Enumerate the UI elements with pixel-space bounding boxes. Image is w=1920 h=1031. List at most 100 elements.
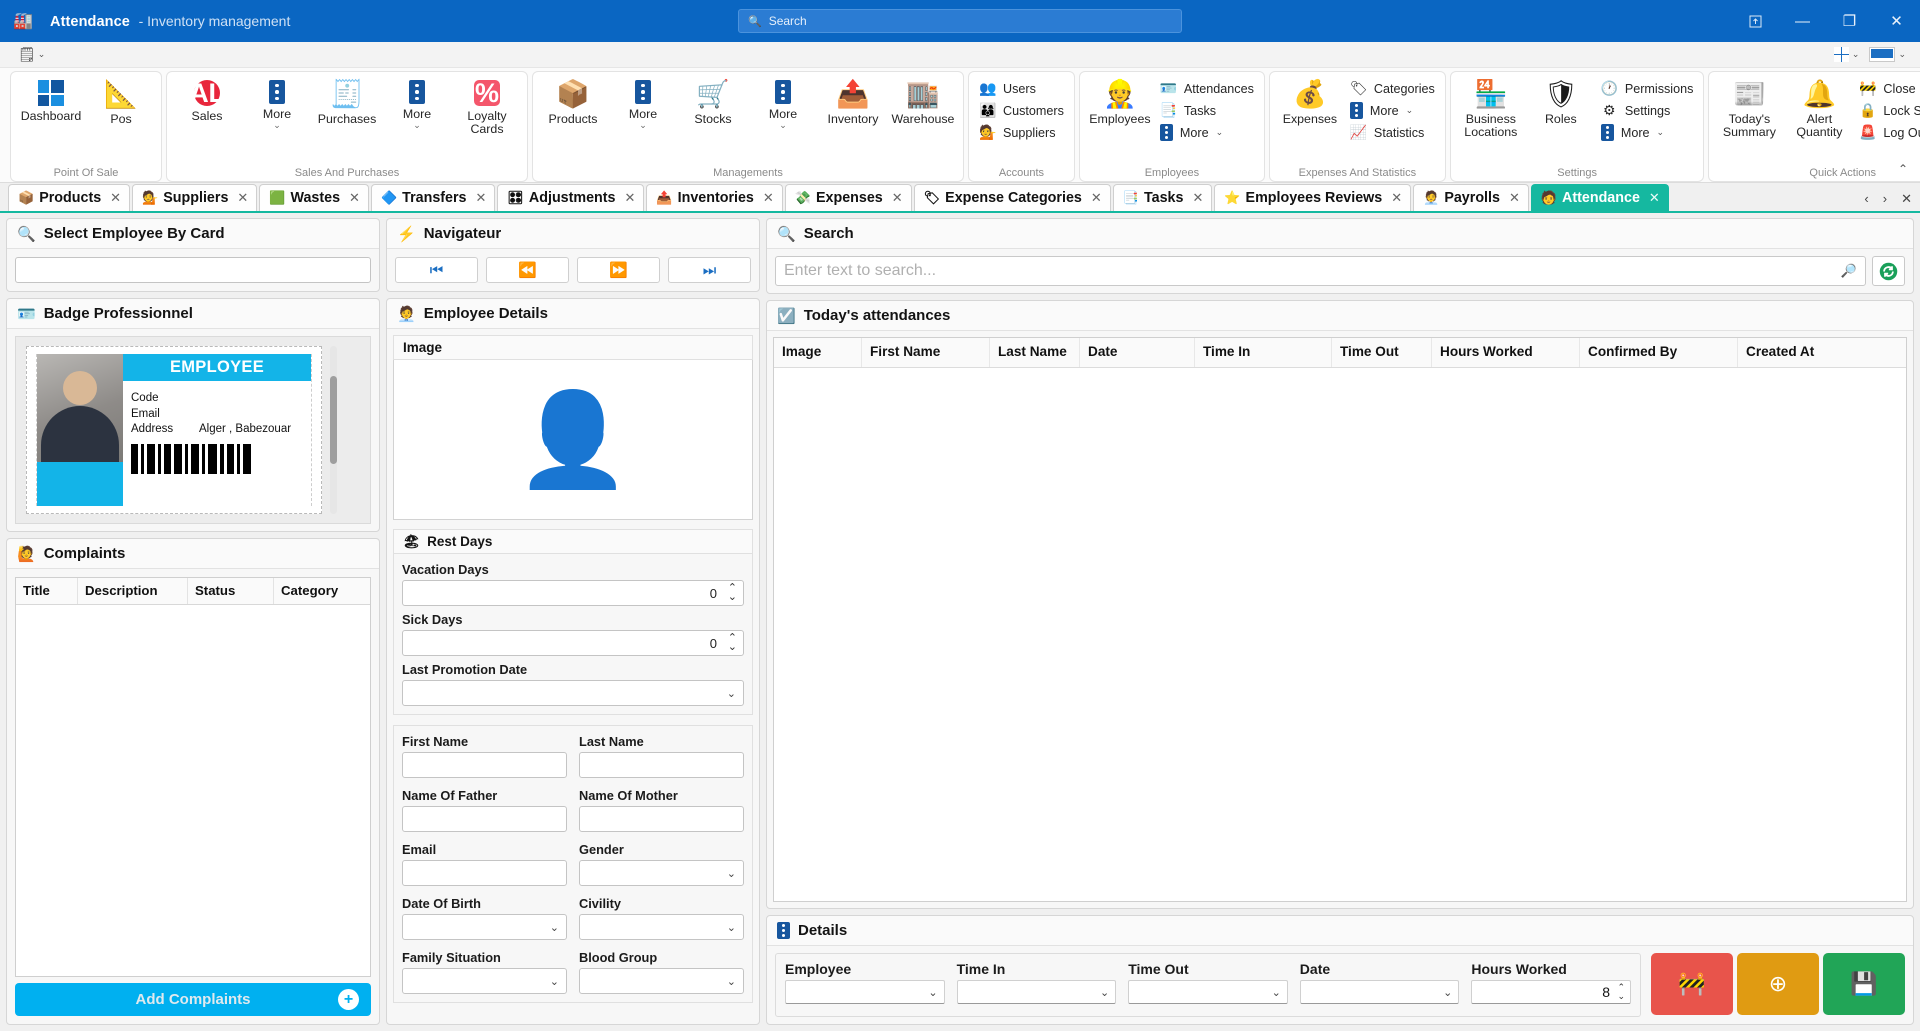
tab-close-all-button[interactable]: ✕ [1901,191,1912,207]
family-situation-select[interactable]: ⌄ [402,968,567,994]
ribbon-button-sales[interactable]: SALE Sales [172,76,243,123]
column-category[interactable]: Category [274,578,370,604]
column-image[interactable]: Image [774,338,862,367]
name-of-father-input[interactable] [402,806,567,832]
ribbon-button-stocks-more[interactable]: More ⌄ [749,76,817,130]
vacation-days-input[interactable] [402,580,744,606]
sick-days-input[interactable] [402,630,744,656]
ribbon-button-employees-more[interactable]: More ⌄ [1159,124,1254,141]
ribbon-button-sales-more[interactable]: More ⌄ [243,76,311,130]
ribbon-button-business-locations[interactable]: 🏪 Business Locations [1457,76,1525,139]
list-menu-icon[interactable]: 🗒 [18,46,36,63]
employee-image[interactable]: 👤 [393,360,753,520]
badge-scrollbar[interactable] [330,346,337,514]
quick-access-menu[interactable]: 🗒 ⌄ [18,46,45,63]
ribbon-button-tasks[interactable]: 📑 Tasks [1160,102,1254,119]
collapse-ribbon-button[interactable]: ⌃ [1898,162,1908,176]
close-icon[interactable]: ✕ [237,190,248,206]
blood-group-select[interactable]: ⌄ [579,968,744,994]
close-icon[interactable]: ✕ [625,190,636,206]
global-search-input[interactable]: 🔍 Search [738,9,1182,33]
civility-select[interactable]: ⌄ [579,914,744,940]
close-icon[interactable]: ✕ [1091,190,1102,206]
sick-days-stepper[interactable]: ⌃⌄ [402,630,744,656]
theme-switcher[interactable]: ⌄ [1869,47,1906,62]
date-select[interactable]: ⌄ [1299,980,1460,1004]
tab-prev-button[interactable]: ‹ [1864,191,1868,207]
ribbon-button-warehouse[interactable]: 🏬 Warehouse [889,76,957,126]
gender-select[interactable]: ⌄ [579,860,744,886]
last-name-input[interactable] [579,752,744,778]
email-input[interactable] [402,860,567,886]
column-date[interactable]: Date [1080,338,1195,367]
plus-icon[interactable]: + [338,989,359,1010]
last-promotion-date-select[interactable]: ⌄ [402,680,744,706]
ribbon-button-inventory[interactable]: 📤 Inventory [819,76,887,126]
ribbon-button-expenses-more[interactable]: More ⌄ [1349,102,1435,119]
ribbon-button-purchases-more[interactable]: More ⌄ [383,76,451,130]
column-created-at[interactable]: Created At [1738,338,1906,367]
tab-next-button[interactable]: › [1883,191,1887,207]
minimize-button[interactable]: — [1779,0,1826,42]
date-of-birth-select[interactable]: ⌄ [402,914,567,940]
employee-card-input[interactable] [15,257,371,283]
ribbon-button-categories[interactable]: 🏷 Categories [1350,80,1435,97]
column-status[interactable]: Status [188,578,274,604]
close-icon[interactable]: ✕ [1391,190,1402,206]
chevron-down-icon[interactable]: ⌄ [1852,49,1860,60]
ribbon-button-close-register[interactable]: 🚧 Close Register [1859,80,1920,97]
time-out-select[interactable]: ⌄ [1128,980,1288,1004]
ribbon-button-products[interactable]: 📦 Products [539,76,607,126]
hours-worked-stepper[interactable]: 8 ⌃ ⌄ [1471,980,1631,1004]
column-title[interactable]: Title [16,578,78,604]
tab-tasks[interactable]: 📑 Tasks ✕ [1112,184,1213,211]
ribbon-button-alert-quantity[interactable]: 🔔 Alert Quantity [1785,76,1853,139]
tab-products[interactable]: 📦 Products ✕ [8,184,131,211]
ribbon-button-employees[interactable]: 👷 Employees [1086,76,1154,126]
ribbon-button-purchases[interactable]: 🧾 Purchases [313,76,381,126]
column-time-in[interactable]: Time In [1195,338,1332,367]
tab-transfers[interactable]: 🔷 Transfers ✕ [370,184,496,211]
employee-select[interactable]: ⌄ [785,980,945,1004]
ribbon-button-users[interactable]: 👥 Users [979,80,1064,97]
chevron-down-icon[interactable]: ⌄ [38,49,46,60]
add-complaints-button[interactable]: Add Complaints + [15,983,371,1016]
ribbon-button-loyalty-cards[interactable]: % Loyalty Cards [453,76,521,136]
close-icon[interactable]: ✕ [1509,190,1520,206]
layout-grid-switcher[interactable]: ⌄ [1833,47,1860,62]
ribbon-button-customers[interactable]: 👨‍👩‍👦 Customers [979,102,1064,119]
nav-last-button[interactable]: ⏭ [668,257,751,283]
time-in-select[interactable]: ⌄ [956,980,1117,1004]
close-icon[interactable]: ✕ [1192,190,1203,206]
vacation-days-stepper[interactable]: ⌃⌄ [402,580,744,606]
close-icon[interactable]: ✕ [349,190,360,206]
tab-adjustments[interactable]: 🎛 Adjustments ✕ [497,184,645,211]
tab-employees-reviews[interactable]: ⭐ Employees Reviews ✕ [1214,184,1412,211]
ribbon-button-todays-summary[interactable]: 📰 Today's Summary [1715,76,1783,139]
name-of-mother-input[interactable] [579,806,744,832]
close-icon[interactable]: ✕ [476,190,487,206]
close-icon[interactable]: ✕ [1649,190,1660,206]
tab-suppliers[interactable]: 💁 Suppliers ✕ [132,184,258,211]
ribbon-button-expenses[interactable]: 💰 Expenses [1276,76,1344,126]
restore-down-button[interactable] [1732,0,1779,42]
column-description[interactable]: Description [78,578,188,604]
tab-inventories[interactable]: 📤 Inventories ✕ [646,184,783,211]
nav-next-button[interactable]: ⏩ [577,257,660,283]
stepper-arrows-icon[interactable]: ⌃ ⌄ [728,633,737,653]
ribbon-button-settings-more[interactable]: More ⌄ [1600,124,1694,141]
ribbon-button-statistics[interactable]: 📈 Statistics [1350,124,1435,141]
column-time-out[interactable]: Time Out [1332,338,1432,367]
ribbon-button-lock-screen[interactable]: 🔒 Lock Screen [1859,102,1920,119]
close-icon[interactable]: ✕ [110,190,121,206]
tab-attendance[interactable]: 🧑 Attendance ✕ [1530,184,1669,211]
chevron-down-icon[interactable]: ⌄ [1898,49,1906,60]
tab-payrolls[interactable]: 🧑‍💼 Payrolls ✕ [1413,184,1529,211]
tab-expenses[interactable]: 💸 Expenses ✕ [784,184,912,211]
close-button[interactable]: ✕ [1873,0,1920,42]
ribbon-button-stocks[interactable]: 🛒 Stocks [679,76,747,126]
stepper-arrows-icon[interactable]: ⌃ ⌄ [1617,983,1625,1001]
add-button[interactable]: ⊕ [1737,953,1819,1015]
ribbon-button-permissions[interactable]: 🕐 Permissions [1601,80,1694,97]
column-last-name[interactable]: Last Name [990,338,1080,367]
